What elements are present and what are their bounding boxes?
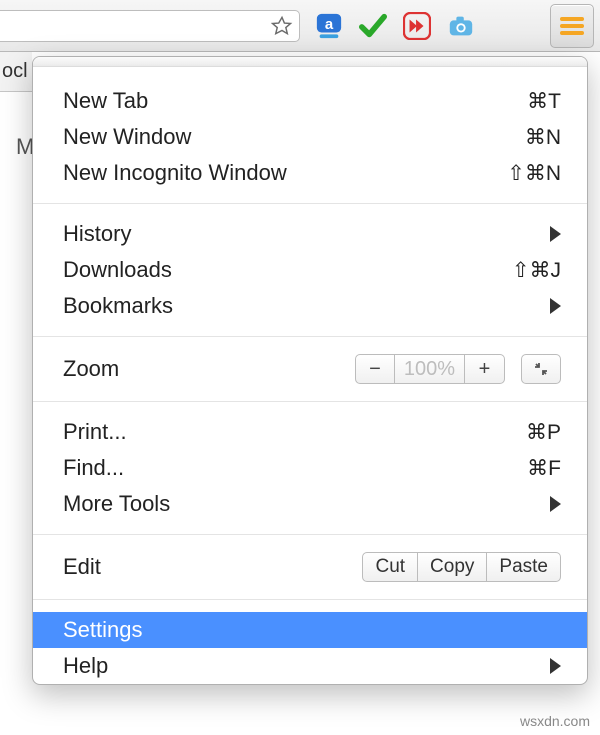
chevron-right-icon xyxy=(550,298,561,314)
extension-camera-icon[interactable] xyxy=(446,11,476,41)
menu-item-label: Help xyxy=(63,653,550,679)
menu-item-label: New Incognito Window xyxy=(63,160,507,186)
menu-item-label: New Tab xyxy=(63,88,527,114)
zoom-controls: − 100% + xyxy=(355,354,561,384)
menu-body: New Tab ⌘T New Window ⌘N New Incognito W… xyxy=(33,67,587,684)
hamburger-icon xyxy=(560,14,584,38)
menu-separator xyxy=(33,336,587,337)
chevron-right-icon xyxy=(550,226,561,242)
menu-item-settings[interactable]: Settings xyxy=(33,612,587,648)
menu-separator xyxy=(33,599,587,600)
watermark-text: wsxdn.com xyxy=(520,713,590,729)
menu-separator xyxy=(33,534,587,535)
menu-item-bookmarks[interactable]: Bookmarks xyxy=(33,288,587,324)
zoom-percent-display: 100% xyxy=(395,354,465,384)
menu-item-help[interactable]: Help xyxy=(33,648,587,684)
bookmark-star-icon[interactable] xyxy=(271,15,293,37)
extension-fastforward-icon[interactable] xyxy=(402,11,432,41)
edit-cut-button[interactable]: Cut xyxy=(362,552,418,582)
chevron-right-icon xyxy=(550,496,561,512)
menu-item-shortcut: ⌘P xyxy=(526,420,561,445)
menu-item-shortcut: ⇧⌘N xyxy=(507,161,561,186)
menu-item-new-incognito[interactable]: New Incognito Window ⇧⌘N xyxy=(33,155,587,191)
main-menu-panel: New Tab ⌘T New Window ⌘N New Incognito W… xyxy=(32,56,588,685)
menu-item-more-tools[interactable]: More Tools xyxy=(33,486,587,522)
svg-text:a: a xyxy=(325,15,334,32)
edit-copy-button[interactable]: Copy xyxy=(418,552,487,582)
menu-separator xyxy=(33,401,587,402)
edit-paste-button[interactable]: Paste xyxy=(487,552,561,582)
menu-item-find[interactable]: Find... ⌘F xyxy=(33,450,587,486)
menu-header xyxy=(33,57,587,67)
menu-separator xyxy=(33,203,587,204)
extension-amazon-icon[interactable]: a xyxy=(314,11,344,41)
menu-item-shortcut: ⇧⌘J xyxy=(512,258,561,283)
address-bar[interactable] xyxy=(0,10,300,42)
menu-item-label: Print... xyxy=(63,419,526,445)
tab-strip-fragment: ocl xyxy=(0,52,32,92)
menu-item-label: New Window xyxy=(63,124,525,150)
menu-item-label: Find... xyxy=(63,455,527,481)
fullscreen-button[interactable] xyxy=(521,354,561,384)
menu-item-label: Zoom xyxy=(63,356,355,382)
zoom-in-button[interactable]: + xyxy=(465,354,505,384)
menu-item-edit: Edit Cut Copy Paste xyxy=(33,547,587,587)
menu-item-history[interactable]: History xyxy=(33,216,587,252)
menu-item-label: History xyxy=(63,221,550,247)
menu-item-label: Settings xyxy=(63,617,561,643)
zoom-out-button[interactable]: − xyxy=(355,354,395,384)
menu-item-downloads[interactable]: Downloads ⇧⌘J xyxy=(33,252,587,288)
browser-toolbar: a xyxy=(0,0,600,52)
menu-item-label: Edit xyxy=(63,554,362,580)
chevron-right-icon xyxy=(550,658,561,674)
menu-item-zoom: Zoom − 100% + xyxy=(33,349,587,389)
menu-item-label: More Tools xyxy=(63,491,550,517)
menu-item-shortcut: ⌘T xyxy=(527,89,561,114)
menu-item-print[interactable]: Print... ⌘P xyxy=(33,414,587,450)
menu-item-label: Bookmarks xyxy=(63,293,550,319)
extension-row: a xyxy=(314,11,476,41)
menu-item-label: Downloads xyxy=(63,257,512,283)
fullscreen-collapse-icon xyxy=(533,361,549,377)
main-menu-button[interactable] xyxy=(550,4,594,48)
menu-item-new-window[interactable]: New Window ⌘N xyxy=(33,119,587,155)
menu-item-shortcut: ⌘F xyxy=(527,456,561,481)
menu-item-shortcut: ⌘N xyxy=(525,125,561,150)
extension-checkmark-icon[interactable] xyxy=(358,11,388,41)
menu-item-new-tab[interactable]: New Tab ⌘T xyxy=(33,83,587,119)
tab-text-fragment: ocl xyxy=(2,60,28,83)
